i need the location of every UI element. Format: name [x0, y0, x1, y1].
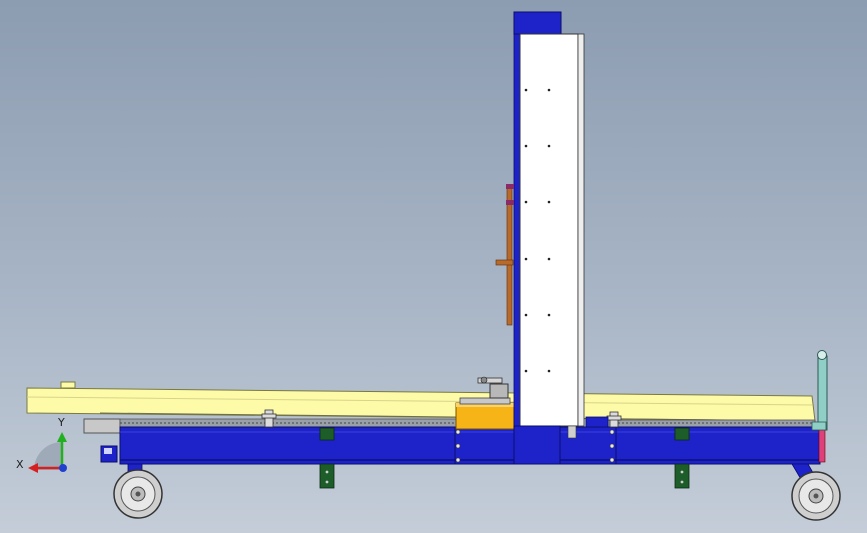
- triad-x-label: X: [16, 458, 24, 471]
- triad-y-label: Y: [57, 416, 65, 429]
- vertical-mast[interactable]: [513, 11, 585, 465]
- lift-rod[interactable]: [495, 184, 514, 326]
- green-feet: [319, 463, 690, 489]
- blue-base-frame[interactable]: [100, 426, 826, 465]
- caster-wheel-icon: [113, 463, 163, 519]
- frame-top-fittings: [585, 416, 609, 428]
- caster-wheel-icon: [791, 463, 841, 521]
- cad-viewport[interactable]: X Y: [0, 0, 867, 533]
- jack-block[interactable]: [455, 397, 515, 430]
- cart-drawing: X Y: [16, 11, 841, 521]
- coordinate-triad-icon: X Y: [16, 416, 67, 473]
- yellow-platform[interactable]: [26, 381, 816, 422]
